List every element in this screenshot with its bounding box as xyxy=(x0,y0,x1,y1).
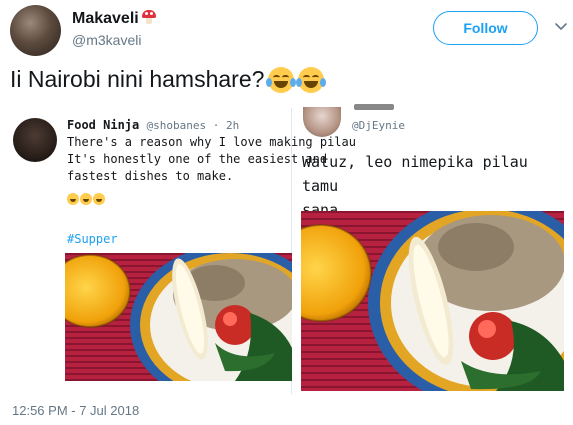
avatar[interactable] xyxy=(10,5,61,56)
smiling-face-icon xyxy=(93,193,105,205)
djeynie-line: Watuz, leo nimepika pilau tamu xyxy=(302,153,528,195)
smiling-face-icon xyxy=(67,193,79,205)
food-ninja-dot: · xyxy=(206,119,226,132)
food-ninja-line: It's honestly one of the easiest and xyxy=(67,152,328,166)
user-handle[interactable]: @m3kaveli xyxy=(72,32,141,48)
tweet-timestamp[interactable]: 12:56 PM - 7 Jul 2018 xyxy=(12,403,139,418)
display-name-text[interactable]: Makaveli xyxy=(72,10,139,27)
food-ninja-age: 2h xyxy=(225,119,240,132)
tweet-text-content: Ii Nairobi nini hamshare? xyxy=(10,66,265,92)
tweet-text: Ii Nairobi nini hamshare? xyxy=(10,66,327,93)
follow-button[interactable]: Follow xyxy=(433,11,538,45)
food-ninja-line: fastest dishes to make. xyxy=(67,169,234,183)
djeynie-name-cropped xyxy=(354,104,394,110)
food-ninja-text: There's a reason why I love making pilau… xyxy=(67,134,356,185)
food-ninja-line: There's a reason why I love making pilau xyxy=(67,135,356,149)
food-photo-right xyxy=(301,211,564,391)
food-ninja-handle: @shobanes xyxy=(146,119,207,132)
smiling-face-icon xyxy=(80,193,92,205)
display-name[interactable]: Makaveli xyxy=(72,9,156,28)
djeynie-handle: @DjEynie xyxy=(352,119,405,132)
laughing-emoji-icon xyxy=(296,66,327,93)
chevron-down-icon[interactable] xyxy=(554,20,568,34)
mushroom-icon xyxy=(141,10,156,24)
smile-emojis xyxy=(67,193,105,205)
laughing-emoji-icon xyxy=(266,66,297,93)
food-photo-left xyxy=(65,253,292,381)
food-ninja-name: Food Ninja xyxy=(67,118,140,132)
hashtag-supper: #Supper xyxy=(67,232,118,246)
food-ninja-header: Food Ninja @shobanes · 2h xyxy=(67,118,239,132)
food-ninja-avatar xyxy=(13,118,57,162)
